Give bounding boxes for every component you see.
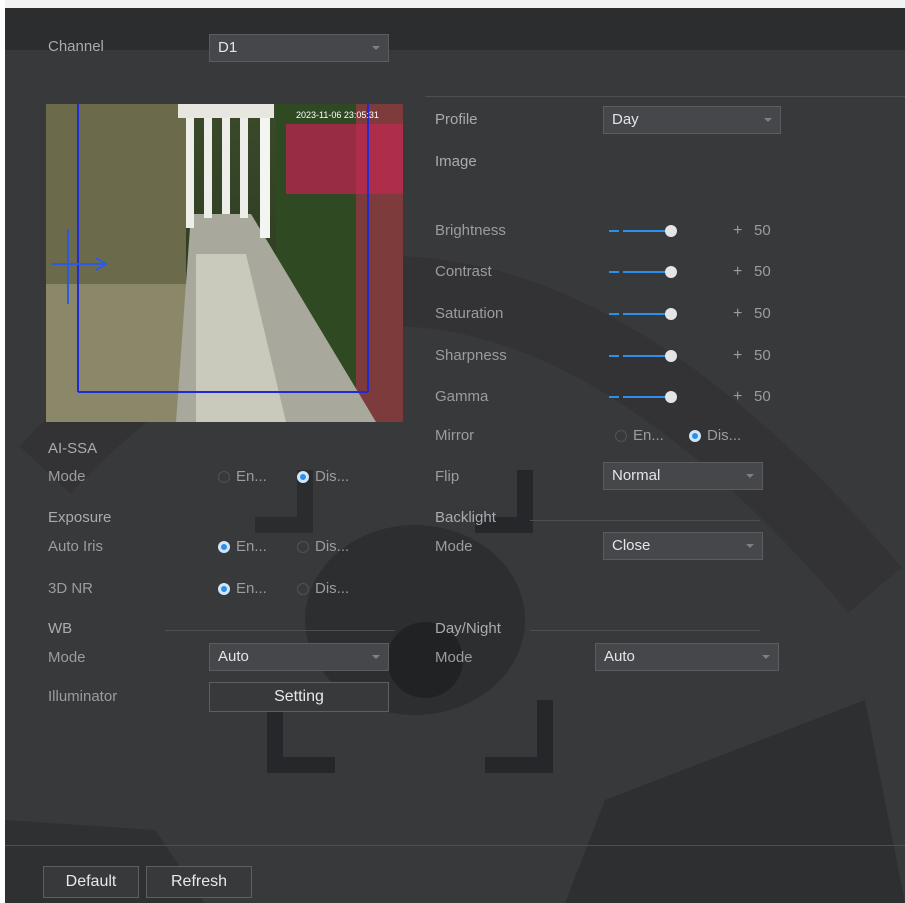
refresh-button[interactable]: Refresh (146, 866, 252, 898)
profile-label: Profile (435, 111, 478, 128)
radio-icon (615, 429, 627, 442)
divider (165, 630, 395, 631)
plus-icon[interactable]: + (733, 304, 742, 324)
slider-value: 50 (754, 388, 771, 405)
minus-icon[interactable] (609, 313, 619, 315)
slider-sharpness[interactable]: +50 (609, 346, 789, 366)
radio-selected-icon (689, 429, 701, 442)
slider-value: 50 (754, 305, 771, 322)
chevron-down-icon (762, 655, 770, 659)
slider-label: Contrast (435, 263, 492, 280)
slider-track[interactable] (623, 230, 671, 232)
channel-label: Channel (48, 38, 104, 55)
slider-handle[interactable] (665, 225, 677, 237)
ai-ssa-enable-radio[interactable]: En... (218, 468, 267, 485)
auto-iris-label: Auto Iris (48, 538, 104, 555)
slider-track[interactable] (623, 396, 671, 398)
camera-settings-window: Channel D1 2023-11-06 23:05:31 Profile D… (5, 0, 905, 903)
backlight-section-label: Backlight (435, 509, 496, 526)
chevron-down-icon (746, 544, 754, 548)
wb-mode-select[interactable]: Auto (209, 643, 389, 671)
slider-gamma[interactable]: +50 (609, 387, 789, 407)
profile-select[interactable]: Day (603, 106, 781, 134)
slider-track[interactable] (623, 271, 671, 273)
plus-icon[interactable]: + (733, 346, 742, 366)
top-strip (5, 0, 905, 8)
day-night-section-label: Day/Night (435, 620, 501, 637)
slider-value: 50 (754, 347, 771, 364)
radio-icon (297, 540, 309, 553)
slider-value: 50 (754, 263, 771, 280)
slider-label: Sharpness (435, 347, 507, 364)
flip-select[interactable]: Normal (603, 462, 763, 490)
chevron-down-icon (764, 118, 772, 122)
image-section-label: Image (435, 153, 477, 170)
ai-ssa-disable-radio[interactable]: Dis... (297, 468, 349, 485)
auto-iris-enable-radio[interactable]: En... (218, 538, 267, 555)
radio-icon (218, 470, 230, 483)
backlight-mode-label: Mode (435, 538, 473, 555)
wb-mode-label: Mode (48, 649, 86, 666)
ai-ssa-mode-label: Mode (48, 468, 86, 485)
day-night-mode-label: Mode (435, 649, 473, 666)
slider-handle[interactable] (665, 350, 677, 362)
radio-selected-icon (218, 540, 230, 553)
day-night-mode-select[interactable]: Auto (595, 643, 779, 671)
preview-timestamp: 2023-11-06 23:05:31 (296, 110, 379, 120)
chevron-down-icon (372, 46, 380, 50)
channel-select[interactable]: D1 (209, 34, 389, 62)
mirror-disable-radio[interactable]: Dis... (689, 427, 741, 444)
minus-icon[interactable] (609, 396, 619, 398)
plus-icon[interactable]: + (733, 387, 742, 407)
camera-preview[interactable]: 2023-11-06 23:05:31 (46, 104, 403, 422)
auto-iris-disable-radio[interactable]: Dis... (297, 538, 349, 555)
divider (530, 520, 760, 521)
slider-saturation[interactable]: +50 (609, 304, 789, 324)
slider-track[interactable] (623, 355, 671, 357)
slider-handle[interactable] (665, 266, 677, 278)
radio-selected-icon (297, 470, 309, 483)
slider-label: Gamma (435, 388, 489, 405)
preview-image (46, 104, 403, 422)
3d-nr-label: 3D NR (48, 580, 94, 597)
minus-icon[interactable] (609, 271, 619, 273)
default-button[interactable]: Default (43, 866, 139, 898)
mirror-label: Mirror (435, 427, 475, 444)
minus-icon[interactable] (609, 230, 619, 232)
slider-brightness[interactable]: +50 (609, 221, 789, 241)
slider-label: Brightness (435, 222, 506, 239)
footer-divider (5, 845, 905, 846)
slider-contrast[interactable]: +50 (609, 262, 789, 282)
radio-icon (297, 582, 309, 595)
illuminator-label: Illuminator (48, 688, 118, 705)
3d-nr-disable-radio[interactable]: Dis... (297, 580, 349, 597)
slider-handle[interactable] (665, 308, 677, 320)
plus-icon[interactable]: + (733, 262, 742, 282)
3d-nr-enable-radio[interactable]: En... (218, 580, 267, 597)
backlight-mode-select[interactable]: Close (603, 532, 763, 560)
radio-selected-icon (218, 582, 230, 595)
divider (425, 96, 905, 97)
mirror-enable-radio[interactable]: En... (615, 427, 664, 444)
slider-label: Saturation (435, 305, 504, 322)
divider (530, 630, 760, 631)
chevron-down-icon (746, 474, 754, 478)
wb-section-label: WB (48, 620, 73, 637)
slider-track[interactable] (623, 313, 671, 315)
plus-icon[interactable]: + (733, 221, 742, 241)
illuminator-setting-button[interactable]: Setting (209, 682, 389, 712)
slider-value: 50 (754, 222, 771, 239)
chevron-down-icon (372, 655, 380, 659)
exposure-section-label: Exposure (48, 509, 112, 526)
ai-ssa-section-label: AI-SSA (48, 440, 98, 457)
flip-label: Flip (435, 468, 460, 485)
minus-icon[interactable] (609, 355, 619, 357)
slider-handle[interactable] (665, 391, 677, 403)
